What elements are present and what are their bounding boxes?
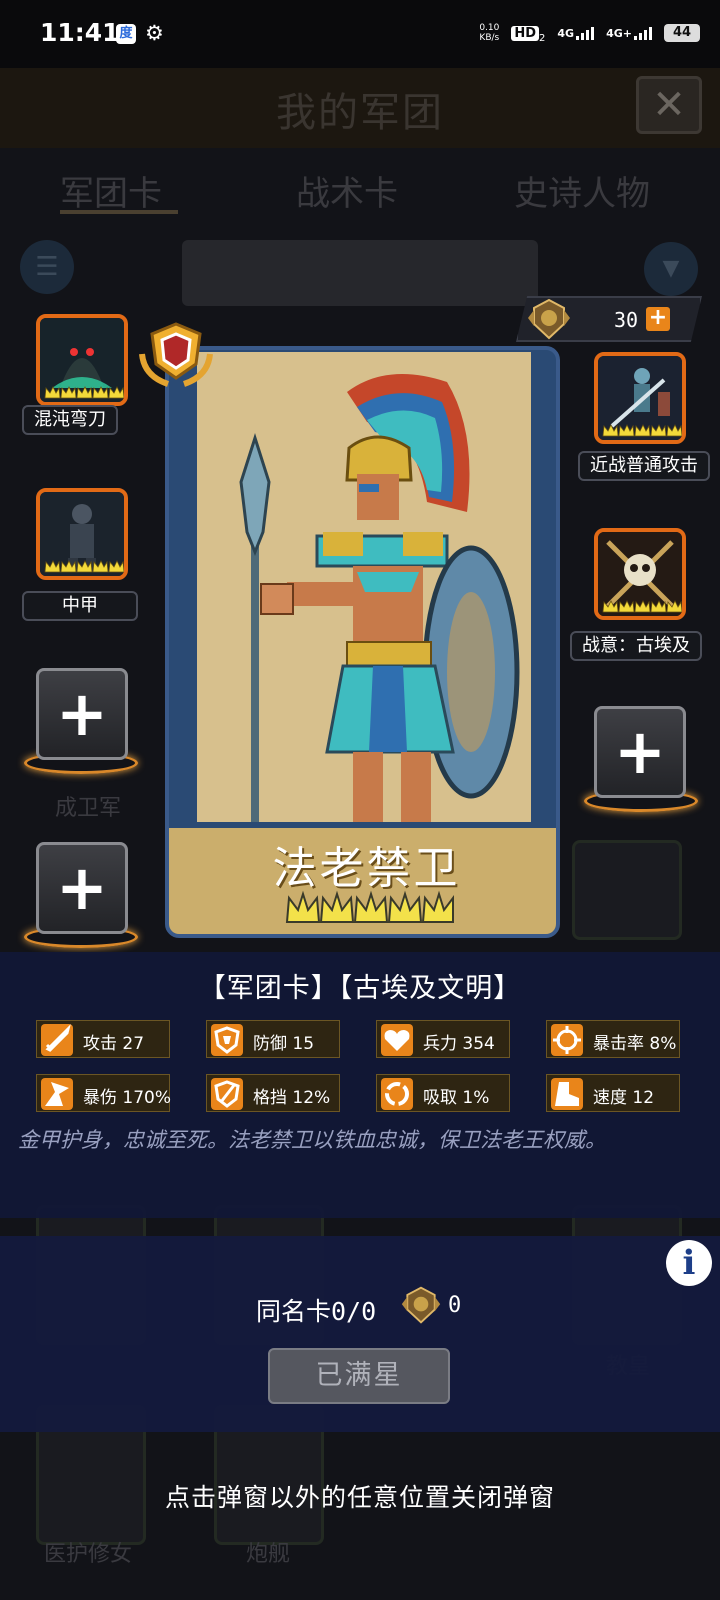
screen: 11:41 度 ⚙ 0.10 KB/s HD 2 4G 4G+ 44 我的军团 ✕… xyxy=(0,0,720,1600)
stat-block-label: 格挡 12% xyxy=(253,1088,331,1108)
slot-label-spirit: 战意：古埃及 xyxy=(570,631,702,661)
tab-bar: 军团卡 战术卡 史诗人物 xyxy=(0,150,720,230)
sim1-label: 4G xyxy=(557,27,575,41)
slot-label-weapon: 混沌弯刀 xyxy=(22,405,118,435)
add-currency-button[interactable]: + xyxy=(646,307,670,331)
crit-rate-icon xyxy=(551,1024,583,1056)
rank-shield-icon xyxy=(139,322,213,387)
close-button[interactable]: ✕ xyxy=(636,76,702,134)
stat-attack: 攻击 27 xyxy=(36,1020,170,1058)
emblem-icon xyxy=(401,1286,441,1324)
stat-defense-label: 防御 15 xyxy=(253,1034,315,1054)
signal-icon xyxy=(634,26,652,41)
gear-icon: ⚙ xyxy=(145,21,164,45)
character-card: 法老禁卫 xyxy=(165,346,560,938)
stat-crit-damage-label: 暴伤 170% xyxy=(83,1088,172,1108)
stat-defense: 防御 15 xyxy=(206,1020,340,1058)
network-speed: 0.10 KB/s xyxy=(479,23,499,43)
add-slot-button[interactable]: + xyxy=(36,842,128,934)
background-label: 炮舰 xyxy=(245,1542,290,1567)
battery-icon: 44 xyxy=(664,24,700,43)
add-slot-button[interactable]: + xyxy=(36,668,128,760)
star-crowns-icon xyxy=(44,386,124,399)
status-time: 11:41 xyxy=(40,18,120,47)
stat-crit-damage: 暴伤 170% xyxy=(36,1074,172,1112)
star-crowns-icon xyxy=(44,560,124,573)
shield-icon xyxy=(211,1024,243,1056)
card-info-panel: 【军团卡】【古埃及文明】 攻击 27 防御 15 兵力 354 暴击率 8% 暴… xyxy=(0,952,720,1218)
hd-sub: 2 xyxy=(539,33,546,45)
background-label: 成卫军 xyxy=(54,796,121,821)
equipment-slot-skill[interactable] xyxy=(594,352,686,444)
background-card xyxy=(572,840,682,940)
lifesteal-icon xyxy=(381,1078,413,1110)
sim2-label: 4G+ xyxy=(606,27,632,41)
duplicate-count-text: 同名卡0/0 xyxy=(256,1297,377,1326)
sword-icon xyxy=(41,1024,73,1056)
plus-icon: + xyxy=(614,715,666,788)
card-lore: 金甲护身，忠诚至死。法老禁卫以铁血忠诚，保卫法老王权威。 xyxy=(18,1128,606,1152)
pharaoh-guard-image xyxy=(239,374,520,822)
card-name: 法老禁卫 xyxy=(272,843,461,894)
block-icon xyxy=(211,1078,243,1110)
tab-epic-characters[interactable]: 史诗人物 xyxy=(514,166,650,215)
tab-legion-card[interactable]: 军团卡 xyxy=(60,166,162,215)
list-view-icon[interactable]: ☰ xyxy=(20,240,74,294)
max-star-button[interactable]: 已满星 xyxy=(268,1348,450,1404)
equipment-slot-weapon[interactable] xyxy=(36,314,128,406)
heart-icon xyxy=(381,1024,413,1056)
background-label: 医护修女 xyxy=(43,1542,132,1567)
emblem-icon xyxy=(528,298,570,340)
status-indicators: 0.10 KB/s HD 2 4G 4G+ 44 xyxy=(479,22,700,44)
currency-value: 30 xyxy=(614,308,639,332)
active-tab-indicator xyxy=(60,210,178,214)
star-crowns-icon xyxy=(602,424,682,437)
stat-crit-rate-label: 暴击率 8% xyxy=(593,1034,677,1054)
hd-badge: HD xyxy=(511,26,540,41)
emblem-count: 0 xyxy=(448,1293,462,1318)
slot-label-armor: 中甲 xyxy=(22,591,138,621)
stat-lifesteal: 吸取 1% xyxy=(376,1074,510,1112)
signal-icon xyxy=(576,26,595,41)
hd-indicator: HD 2 xyxy=(511,22,545,44)
add-slot-button[interactable]: + xyxy=(594,706,686,798)
stat-attack-label: 攻击 27 xyxy=(83,1034,145,1054)
filter-icon[interactable]: ▼ xyxy=(644,242,698,296)
stat-crit-rate: 暴击率 8% xyxy=(546,1020,680,1058)
search-bar[interactable] xyxy=(182,240,538,306)
slot-label-skill: 近战普通攻击 xyxy=(578,451,710,481)
app-notification-icon: 度 xyxy=(116,24,136,44)
card-artwork xyxy=(197,352,531,822)
stat-lifesteal-label: 吸取 1% xyxy=(423,1088,490,1108)
signal-sim1: 4G xyxy=(557,26,595,41)
equipment-slot-armor[interactable] xyxy=(36,488,128,580)
boot-icon xyxy=(551,1078,583,1110)
stat-block: 格挡 12% xyxy=(206,1074,340,1112)
stat-speed: 速度 12 xyxy=(546,1074,680,1112)
plus-icon: + xyxy=(56,677,108,750)
tab-tactics-card[interactable]: 战术卡 xyxy=(296,166,398,215)
stat-troops: 兵力 354 xyxy=(376,1020,510,1058)
status-bar: 11:41 度 ⚙ 0.10 KB/s HD 2 4G 4G+ 44 xyxy=(0,0,720,68)
stat-speed-label: 速度 12 xyxy=(593,1088,655,1108)
page-title: 我的军团 xyxy=(276,90,444,136)
card-category: 【军团卡】【古埃及文明】 xyxy=(198,973,522,1004)
info-button[interactable]: i xyxy=(666,1240,712,1286)
network-speed-unit: KB/s xyxy=(479,33,500,44)
close-hint: 点击弹窗以外的任意位置关闭弹窗 xyxy=(164,1483,555,1512)
plus-icon: + xyxy=(56,851,108,924)
crit-damage-icon xyxy=(41,1078,73,1110)
signal-sim2: 4G+ xyxy=(606,26,652,41)
gesture-bar xyxy=(80,1592,640,1596)
currency-bar: 30 + xyxy=(516,296,702,342)
equipment-slot-spirit[interactable] xyxy=(594,528,686,620)
star-rating-icon xyxy=(285,890,454,923)
star-crowns-icon xyxy=(602,600,682,613)
network-speed-value: 0.10 xyxy=(479,23,500,34)
stat-troops-label: 兵力 354 xyxy=(423,1034,495,1054)
